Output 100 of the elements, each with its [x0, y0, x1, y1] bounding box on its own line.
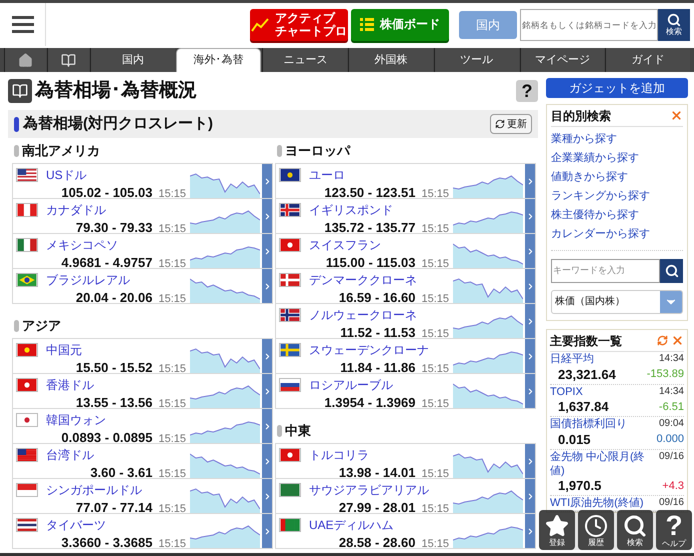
rate-row[interactable]: サウジアラビアリアル 27.99 - 28.01 15:15	[275, 478, 536, 514]
toolbar-button[interactable]: ? ヘルプ	[656, 510, 692, 550]
rate-row[interactable]: ロシアルーブル 1.3954 - 1.3969 15:15	[275, 373, 536, 409]
category-select[interactable]: 株価（国内株）	[551, 290, 683, 314]
index-link[interactable]: 日経平均	[550, 352, 646, 366]
rate-row[interactable]: トルコリラ 13.98 - 14.01 15:15	[275, 443, 536, 479]
chart-pro-button[interactable]: アクティブ チャートプロ	[250, 8, 348, 40]
currency-link[interactable]: イギリスポンド	[309, 201, 393, 219]
rate-row[interactable]: カナダドル 79.30 - 79.33 15:15	[12, 198, 273, 234]
flag-icon	[16, 273, 38, 287]
heading-marker	[14, 145, 19, 157]
rate-row[interactable]: USドル 105.02 - 105.03 15:15	[12, 163, 273, 199]
refresh-icon[interactable]	[657, 335, 668, 346]
index-time: 14:34	[658, 352, 684, 366]
currency-link[interactable]: トルコリラ	[309, 446, 369, 464]
toolbar-button[interactable]: 履歴	[578, 510, 614, 550]
panel-title: 主要指数一覧	[550, 332, 623, 350]
nav-tab[interactable]: ガイド	[605, 48, 690, 72]
currency-link[interactable]: タイバーツ	[46, 516, 106, 534]
rate-row[interactable]: 香港ドル 13.55 - 13.56 15:15	[12, 373, 273, 409]
rate-row[interactable]: シンガポールドル 77.07 - 77.14 15:15	[12, 478, 273, 514]
rate-row[interactable]: ブラジルレアル 20.04 - 20.06 15:15	[12, 268, 273, 304]
rate-row[interactable]: 中国元 15.50 - 15.52 15:15	[12, 338, 273, 374]
currency-link[interactable]: 韓国ウォン	[46, 411, 106, 429]
rate-row[interactable]: メキシコペソ 4.9681 - 4.9757 15:15	[12, 233, 273, 269]
search-link[interactable]: カレンダーから探す	[551, 225, 683, 244]
currency-link[interactable]: カナダドル	[46, 201, 106, 219]
currency-link[interactable]: スイスフラン	[309, 236, 381, 254]
rate-row[interactable]: スウェーデンクローナ 11.84 - 11.86 15:15	[275, 338, 536, 374]
index-value: 23,321.64	[557, 366, 616, 382]
rate-row[interactable]: 台湾ドル 3.60 - 3.61 15:15	[12, 443, 273, 479]
index-value: 1,970.5	[557, 478, 602, 494]
search-button[interactable]: 検索	[658, 8, 690, 40]
currency-link[interactable]: デンマーククローネ	[309, 271, 417, 289]
index-link[interactable]: WTI原油先物(終値)	[550, 496, 646, 510]
nav-tab[interactable]	[4, 48, 46, 72]
add-gadget-button[interactable]: ガジェットを追加	[546, 78, 688, 98]
rate-time: 15:15	[421, 537, 449, 552]
search-link[interactable]: 値動きから探す	[551, 168, 683, 187]
search-link[interactable]: ランキングから探す	[551, 187, 683, 206]
currency-link[interactable]: メキシコペソ	[46, 236, 118, 254]
search-link[interactable]: 企業業績から探す	[551, 149, 683, 168]
currency-link[interactable]: USドル	[46, 166, 87, 184]
index-link[interactable]: TOPIX	[550, 384, 646, 398]
flag-icon	[16, 378, 38, 392]
toolbar-button[interactable]: 登録	[539, 510, 575, 550]
currency-link[interactable]: ノルウェークローネ	[309, 306, 417, 324]
help-button[interactable]: ?	[516, 80, 538, 102]
nav-tab[interactable]: ニュース	[262, 48, 348, 72]
currency-link[interactable]: サウジアラビアリアル	[309, 481, 429, 499]
rate-row[interactable]: ノルウェークローネ 11.52 - 11.53 15:15	[275, 303, 536, 339]
currency-link[interactable]: UAEディルハム	[309, 516, 394, 534]
page-title: 為替相場･為替概況	[35, 78, 198, 103]
currency-link[interactable]: 中国元	[46, 341, 82, 359]
currency-link[interactable]: スウェーデンクローナ	[309, 341, 429, 359]
index-link[interactable]: 国債指標利回り	[550, 417, 646, 431]
nav-tab[interactable]: 国内	[90, 48, 175, 72]
flag-icon	[16, 448, 38, 462]
rate-row[interactable]: スイスフラン 115.00 - 115.03 15:15	[275, 233, 536, 269]
rate-row[interactable]: タイバーツ 3.3660 - 3.3685 15:15	[12, 513, 273, 549]
currency-link[interactable]: ユーロ	[309, 166, 345, 184]
nav-tab[interactable]: 外国株	[348, 48, 433, 72]
currency-link[interactable]: ブラジルレアル	[46, 271, 130, 289]
refresh-button[interactable]: 更新	[490, 114, 532, 134]
keyword-search-button[interactable]	[660, 259, 683, 283]
currency-link[interactable]: 台湾ドル	[46, 446, 94, 464]
currency-link[interactable]: 香港ドル	[46, 376, 94, 394]
flag-icon	[279, 343, 301, 357]
search-link[interactable]: 業種から探す	[551, 130, 683, 149]
flag-icon	[279, 448, 301, 462]
rate-row[interactable]: 韓国ウォン 0.0893 - 0.0895 15:15	[12, 408, 273, 444]
search-field[interactable]: 銘柄名もしくは銘柄コードを入力	[520, 8, 658, 40]
currency-link[interactable]: シンガポールドル	[46, 481, 142, 499]
search-icon	[664, 264, 678, 278]
stock-board-button[interactable]: 株価ボード	[351, 8, 449, 40]
rate-time: 15:15	[421, 397, 449, 412]
close-icon[interactable]	[670, 109, 683, 122]
rate-value: 3.3660 - 3.3685	[61, 534, 152, 552]
rate-row[interactable]: デンマーククローネ 16.59 - 16.60 15:15	[275, 268, 536, 304]
rate-row[interactable]: UAEディルハム 28.58 - 28.60 15:15	[275, 513, 536, 549]
index-value: 1,637.84	[557, 399, 609, 415]
nav-tab[interactable]	[47, 48, 89, 72]
nav-tab[interactable]: 海外･為替	[176, 48, 262, 72]
heading-marker	[14, 320, 19, 332]
nav-tab[interactable]: ツール	[434, 48, 519, 72]
close-icon[interactable]	[671, 334, 684, 347]
flag-icon	[279, 238, 301, 252]
toolbar-button[interactable]: 検索	[617, 510, 653, 550]
currency-link[interactable]: ロシアルーブル	[309, 376, 393, 394]
nav-tab[interactable]: マイページ	[520, 48, 604, 72]
index-link[interactable]: 金先物 中心限月(終値)	[550, 450, 646, 478]
flag-icon	[16, 483, 38, 497]
list-icon	[360, 18, 374, 31]
refresh-icon	[495, 119, 505, 129]
rate-row[interactable]: ユーロ 123.50 - 123.51 15:15	[275, 163, 536, 199]
search-link[interactable]: 株主優待から探す	[551, 206, 683, 225]
rate-row[interactable]: イギリスポンド 135.72 - 135.77 15:15	[275, 198, 536, 234]
flag-icon	[279, 518, 301, 532]
keyword-field[interactable]: キーワードを入力	[551, 259, 660, 283]
heading-marker	[14, 116, 19, 132]
